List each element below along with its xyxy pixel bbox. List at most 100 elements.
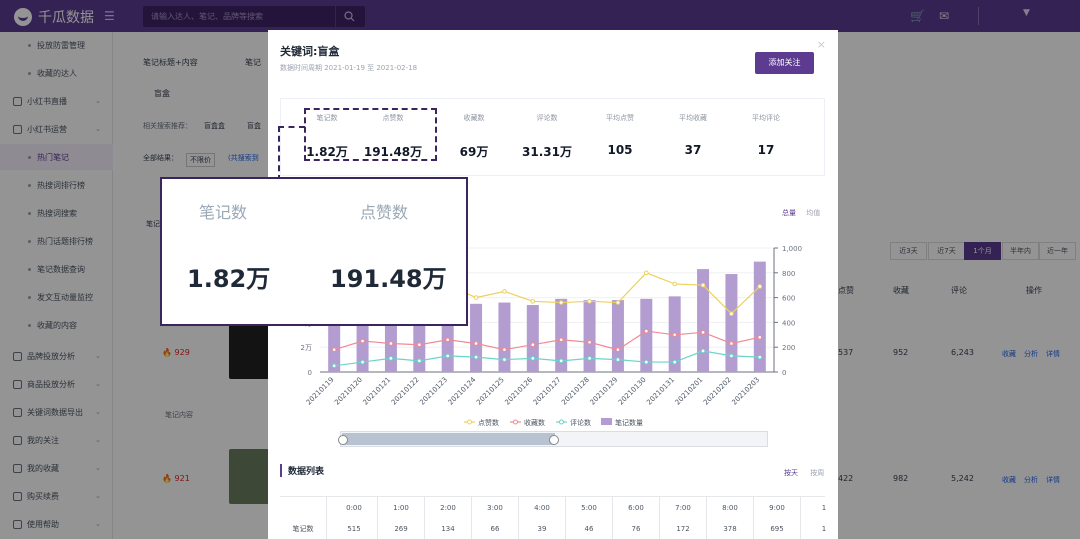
line-point[interactable] <box>615 300 621 305</box>
line-point[interactable] <box>417 342 422 348</box>
zoom-likes-label: 点赞数 <box>360 203 409 222</box>
line-point[interactable] <box>672 332 677 338</box>
line-point[interactable] <box>558 300 564 305</box>
legend-label[interactable]: 评论数 <box>570 418 591 427</box>
line-point[interactable] <box>331 363 337 369</box>
line-point[interactable] <box>700 348 706 354</box>
bar-notes[interactable] <box>526 305 539 372</box>
x-axis-tick: 20210119 <box>305 376 336 407</box>
tab-daily[interactable]: 按天 <box>784 469 798 477</box>
chart-tab-average[interactable]: 均值 <box>806 209 820 217</box>
table-cell: 39 <box>519 518 566 539</box>
line-point[interactable] <box>502 289 507 294</box>
line-point[interactable] <box>445 337 450 343</box>
line-point[interactable] <box>502 347 507 352</box>
line-point[interactable] <box>587 299 592 304</box>
line-point[interactable] <box>615 357 621 362</box>
modal-title: 关键词:盲盒 <box>280 45 340 58</box>
stat-item: 评论数 31.31万 <box>509 99 585 177</box>
slider-left-handle[interactable] <box>338 435 348 445</box>
table-cell: 269 <box>378 518 425 539</box>
slider-selected-range <box>342 433 555 445</box>
line-point[interactable] <box>530 299 536 304</box>
stat-value: 31.31万 <box>522 145 572 159</box>
table-header-cell: 8:00 <box>707 497 754 519</box>
data-list-title: 数据列表 <box>280 464 324 477</box>
table-row: 笔记数 515 269 134 66 39 46 76 172 378 695 1 <box>280 518 826 539</box>
bar-notes[interactable] <box>470 303 483 372</box>
line-point[interactable] <box>473 295 479 300</box>
line-point[interactable] <box>587 339 592 345</box>
stat-value: 69万 <box>459 145 489 159</box>
line-series <box>334 350 760 367</box>
close-icon[interactable]: × <box>817 38 826 51</box>
line-point[interactable] <box>558 358 564 364</box>
line-point[interactable] <box>502 357 507 362</box>
line-point[interactable] <box>587 356 592 361</box>
line-point[interactable] <box>615 347 621 352</box>
legend-dot <box>513 419 518 425</box>
stat-label: 平均点赞 <box>606 114 634 122</box>
table-cell: 66 <box>472 518 519 539</box>
x-axis-tick: 20210203 <box>730 376 761 407</box>
line-point[interactable] <box>729 311 734 317</box>
table-cell: 515 <box>331 518 378 539</box>
data-list-tabs: 按天 按周 <box>784 468 824 478</box>
table-cell: 172 <box>660 518 707 539</box>
line-point[interactable] <box>672 359 677 365</box>
x-axis-tick: 20210129 <box>588 376 619 407</box>
line-point[interactable] <box>417 358 422 364</box>
line-point[interactable] <box>700 330 706 335</box>
line-point[interactable] <box>473 341 479 346</box>
stat-label: 平均评论 <box>752 114 780 122</box>
line-point[interactable] <box>360 338 365 344</box>
stat-value: 37 <box>684 143 702 157</box>
left-axis-tick: 0 <box>308 369 312 377</box>
line-point[interactable] <box>388 356 394 361</box>
legend-label[interactable]: 笔记数量 <box>615 418 643 427</box>
legend-label[interactable]: 点赞数 <box>478 418 499 427</box>
slider-right-handle[interactable] <box>549 435 559 445</box>
table-cell: 46 <box>566 518 613 539</box>
line-point[interactable] <box>757 334 763 340</box>
add-follow-button[interactable]: 添加关注 <box>755 52 814 74</box>
line-point[interactable] <box>530 356 536 361</box>
zoom-notes-value: 1.82万 <box>187 265 271 293</box>
chart-tabs: 总量 均值 <box>782 208 820 218</box>
table-cell: 76 <box>613 518 660 539</box>
bar-notes[interactable] <box>583 300 596 372</box>
line-point[interactable] <box>388 341 394 346</box>
table-cell: 695 <box>754 518 801 539</box>
date-range-slider[interactable] <box>338 431 768 447</box>
legend-label[interactable]: 收藏数 <box>524 418 545 427</box>
x-axis-tick: 20210131 <box>645 376 676 407</box>
stat-item: 平均收藏 37 <box>655 99 731 177</box>
x-axis-tick: 20210123 <box>418 376 449 407</box>
zoom-callout: 笔记数 点赞数 1.82万 191.48万 <box>160 177 468 326</box>
line-point[interactable] <box>558 337 564 343</box>
line-point[interactable] <box>644 359 649 365</box>
table-header-cell: 1 <box>801 497 838 519</box>
line-point[interactable] <box>700 282 706 288</box>
highlight-dashed-connector <box>278 126 305 181</box>
tab-weekly[interactable]: 按周 <box>810 469 824 477</box>
line-point[interactable] <box>331 347 337 352</box>
line-point[interactable] <box>360 359 365 365</box>
line-point[interactable] <box>473 354 479 360</box>
zoom-likes-value: 191.48万 <box>330 265 447 293</box>
line-point[interactable] <box>445 353 450 359</box>
line-point[interactable] <box>672 281 677 287</box>
table-row-label: 笔记数 <box>280 518 327 539</box>
line-point[interactable] <box>757 284 763 289</box>
line-point[interactable] <box>729 341 734 346</box>
stat-value: 105 <box>607 143 633 157</box>
x-axis-tick: 20210202 <box>702 376 733 407</box>
right-axis-tick: 400 <box>782 319 795 327</box>
line-point[interactable] <box>644 328 649 334</box>
line-point[interactable] <box>757 354 763 360</box>
line-point[interactable] <box>644 270 649 276</box>
table-header-cell: 3:00 <box>472 497 519 519</box>
line-point[interactable] <box>530 342 536 348</box>
chart-tab-total[interactable]: 总量 <box>782 209 796 217</box>
line-point[interactable] <box>729 353 734 359</box>
